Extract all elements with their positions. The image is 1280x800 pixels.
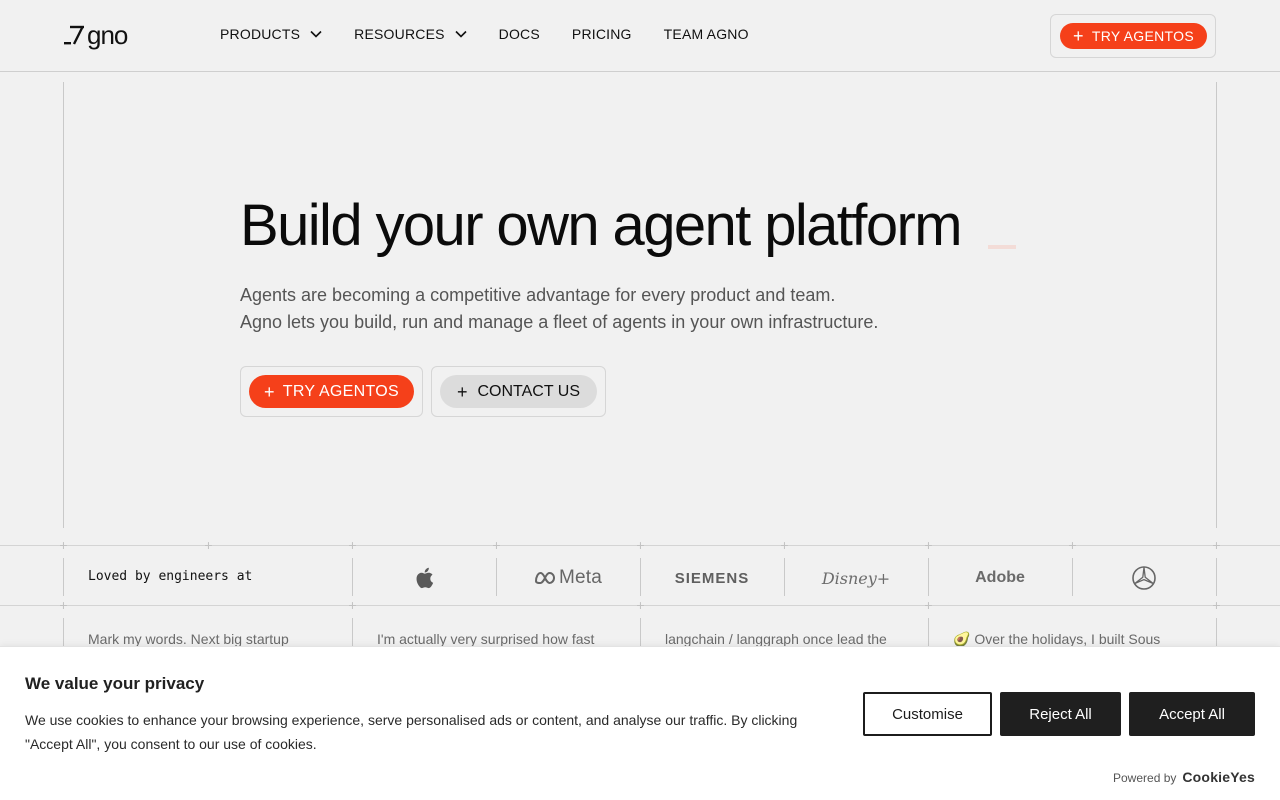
cookie-accept-all-button[interactable]: Accept All [1129,692,1255,736]
mercedes-logo [1072,558,1216,598]
nav-docs[interactable]: DOCS [499,26,540,42]
nav-resources-label: RESOURCES [354,26,445,42]
nav-pricing[interactable]: PRICING [572,26,632,42]
mercedes-icon [1132,566,1156,590]
hero-primary-label: TRY AGENTOS [282,382,400,400]
agno-logo-mark-icon [64,25,84,45]
chevron-down-icon [455,30,467,38]
grid-cross-icon: + [348,537,357,553]
apple-icon [416,567,434,589]
grid-cross-icon: + [59,597,68,613]
frame-line-left [63,82,64,528]
hero-secondary-label: CONTACT US [477,382,581,400]
grid-cross-icon: + [924,537,933,553]
grid-cross-icon: + [636,537,645,553]
nav-docs-label: DOCS [498,26,540,42]
logo-text: gno [87,19,128,50]
testimonial-snippet: Mark my words. Next big startup [88,631,289,647]
grid-cross-icon: + [204,537,213,553]
testimonial-snippet: langchain / langgraph once lead the [665,631,887,647]
header-cta-frame: + TRY AGENTOS [1050,14,1216,58]
plus-icon: + [456,381,468,402]
grid-cross-icon: + [780,537,789,553]
siemens-wordmark: SIEMENS [674,569,750,587]
hero-contact-us-button[interactable]: + CONTACT US [440,375,597,408]
nav-products-label: PRODUCTS [220,26,301,42]
cell-divider [63,558,64,596]
cookieyes-wordmark: CookieYes [1182,769,1255,785]
hero-title: Build your own agent platform [240,193,963,258]
grid-cross-icon: + [636,597,645,613]
cookie-customise-button[interactable]: Customise [863,692,992,736]
main-nav: PRODUCTS RESOURCES DOCS PRICING TEAM AGN… [220,26,781,42]
hero-secondary-frame: + CONTACT US [431,366,606,417]
cookie-title: We value your privacy [25,674,205,693]
grid-cross-icon: + [59,537,68,553]
nav-products[interactable]: PRODUCTS [220,26,322,42]
quote-divider [928,618,929,646]
chevron-down-icon [310,30,322,38]
grid-cross-icon: + [924,597,933,613]
frame-line-right [1216,82,1217,528]
nav-team-agno[interactable]: TEAM AGNO [664,26,749,42]
meta-wordmark: Meta [558,567,603,588]
hero-subtitle-line-1: Agents are becoming a competitive advant… [240,285,836,305]
grid-cross-icon: + [492,537,501,553]
grid-cross-icon: + [1068,537,1077,553]
disney-wordmark: Disney+ [821,568,891,588]
quote-divider [1216,618,1217,646]
nav-team-agno-label: TEAM AGNO [663,26,749,42]
cookie-description: We use cookies to enhance your browsing … [25,712,798,752]
plus-icon: + [1073,26,1084,46]
agno-logo[interactable]: gno [64,19,128,50]
adobe-logo: Adobe [928,558,1072,598]
site-header: gno PRODUCTS RESOURCES DOCS PRICING TEAM… [0,0,1280,72]
quote-divider [63,618,64,646]
nav-resources[interactable]: RESOURCES [354,26,467,42]
meta-infinity-icon [534,571,555,585]
meta-logo: Meta [496,558,640,598]
grid-cross-icon: + [348,597,357,613]
grid-cross-icon: + [1212,537,1221,553]
quote-divider [640,618,641,646]
nav-pricing-label: PRICING [571,26,632,42]
grid-cross-icon: + [1212,597,1221,613]
hero-try-agentos-button[interactable]: + TRY AGENTOS [249,375,414,408]
apple-logo [352,558,496,598]
powered-by-cookieyes[interactable]: Powered by CookieYes [1113,769,1255,785]
header-cta-label: TRY AGENTOS [1091,28,1194,44]
hero-subtitle: Agents are becoming a competitive advant… [240,282,1000,336]
cookie-consent-banner: We value your privacy We use cookies to … [0,646,1280,800]
testimonial-snippet: I'm actually very surprised how fast [377,631,595,647]
header-try-agentos-button[interactable]: + TRY AGENTOS [1060,23,1207,49]
powered-by-label: Powered by [1113,771,1177,785]
siemens-logo: SIEMENS [640,558,784,598]
quote-divider [352,618,353,646]
plus-icon: + [263,381,275,402]
cookie-reject-all-button[interactable]: Reject All [1000,692,1121,736]
hero-subtitle-line-2: Agno lets you build, run and manage a fl… [240,312,879,332]
disney-logo: Disney+ [784,558,928,598]
adobe-wordmark: Adobe [975,569,1025,586]
cell-divider [1216,558,1217,596]
loved-by-label: Loved by engineers at [88,569,253,584]
typing-cursor [988,245,1016,249]
hero-primary-frame: + TRY AGENTOS [240,366,423,417]
